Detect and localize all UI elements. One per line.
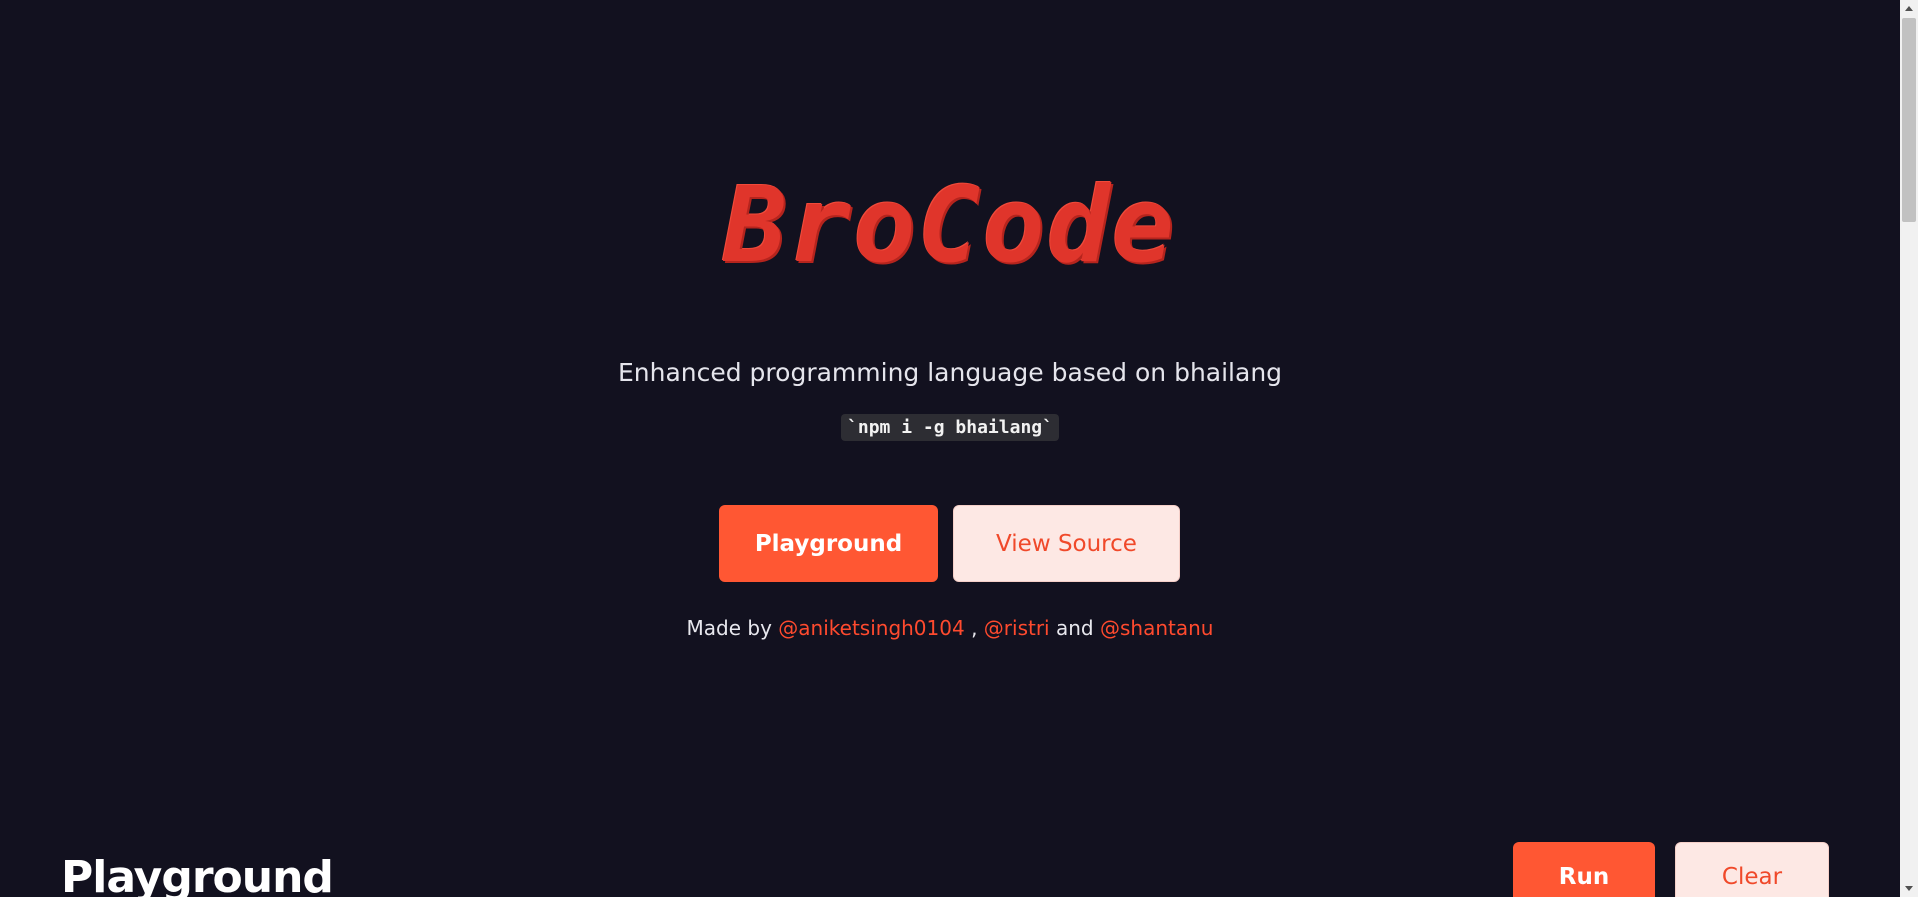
install-command: `npm i -g bhailang` bbox=[841, 414, 1059, 441]
credits-separator-and: and bbox=[1055, 616, 1094, 640]
credits-separator-comma: , bbox=[971, 616, 978, 640]
author-link-aniketsingh0104[interactable]: @aniketsingh0104 bbox=[778, 616, 964, 640]
hero-section: BroCode Enhanced programming language ba… bbox=[0, 0, 1900, 700]
page: BroCode Enhanced programming language ba… bbox=[0, 0, 1900, 897]
vertical-scrollbar[interactable] bbox=[1900, 0, 1918, 897]
brocode-logo: BroCode bbox=[723, 164, 1177, 286]
view-source-button[interactable]: View Source bbox=[953, 505, 1180, 582]
playground-title: Playground bbox=[61, 852, 334, 897]
credits-prefix: Made by bbox=[686, 616, 772, 640]
credits: Made by @aniketsingh0104 , @ristri and @… bbox=[0, 616, 1900, 640]
tagline: Enhanced programming language based on b… bbox=[617, 358, 1283, 387]
scroll-up-arrow-icon[interactable] bbox=[1900, 0, 1918, 17]
scrollbar-thumb[interactable] bbox=[1902, 18, 1916, 222]
clear-button[interactable]: Clear bbox=[1675, 842, 1829, 897]
scroll-down-arrow-icon[interactable] bbox=[1900, 880, 1918, 897]
author-link-shantanu[interactable]: @shantanu bbox=[1100, 616, 1213, 640]
playground-button[interactable]: Playground bbox=[719, 505, 938, 582]
install-command-wrap: `npm i -g bhailang` bbox=[0, 414, 1900, 441]
author-link-ristri[interactable]: @ristri bbox=[984, 616, 1050, 640]
run-button[interactable]: Run bbox=[1513, 842, 1655, 897]
